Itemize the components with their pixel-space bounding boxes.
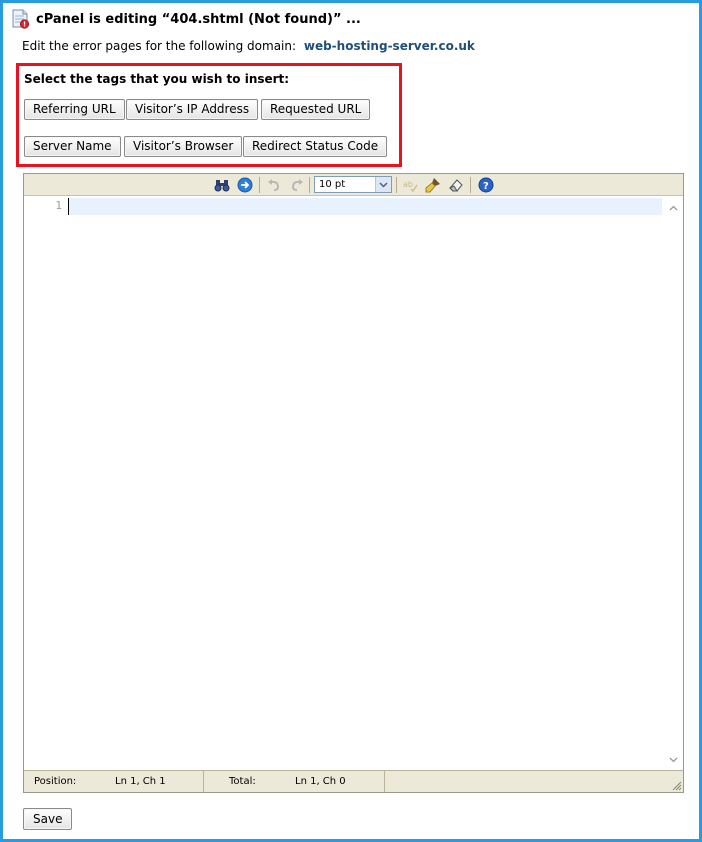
search-binoculars-icon[interactable] [214,177,230,193]
undo-icon[interactable] [266,177,282,193]
domain-name: web-hosting-server.co.uk [303,39,475,53]
insert-referring-url-button[interactable]: Referring URL [24,99,125,120]
status-total-label: Total: [229,776,256,787]
code-editor: 10 pt ab ? 1 Position: Ln 1, Ch 1 Total:… [23,173,684,793]
insert-requested-url-button[interactable]: Requested URL [261,99,371,120]
eraser-icon[interactable] [448,177,464,193]
editor-statusbar: Position: Ln 1, Ch 1 Total: Ln 1, Ch 0 [24,770,683,792]
chevron-down-icon[interactable] [375,177,391,192]
toolbar-separator [259,177,260,193]
toolbar-separator [470,177,471,193]
page-title: cPanel is editing “404.shtml (Not found)… [36,11,361,27]
redo-icon[interactable] [289,177,305,193]
font-size-select[interactable]: 10 pt [314,176,392,193]
save-button[interactable]: Save [23,808,73,830]
domain-line-prefix: Edit the error pages for the following d… [22,39,297,53]
highlight-brush-icon[interactable] [425,177,441,193]
scroll-up-icon[interactable] [664,200,683,216]
svg-text:?: ? [483,181,489,192]
spellcheck-icon[interactable]: ab [402,177,418,193]
status-total-cell: Total: Ln 1, Ch 0 [204,771,385,792]
page-frame: cPanel is editing “404.shtml (Not found)… [0,0,702,842]
editor-toolbar: 10 pt ab ? [24,174,683,196]
insert-redirect-status-button[interactable]: Redirect Status Code [243,136,388,157]
code-text-area[interactable]: 1 [24,196,683,770]
status-total-value: Ln 1, Ch 0 [295,776,346,787]
toolbar-separator [396,177,397,193]
line-number-gutter: 1 [24,196,68,770]
scroll-down-icon[interactable] [664,752,683,768]
toolbar-separator [309,177,310,193]
insert-visitor-browser-button[interactable]: Visitor’s Browser [124,136,243,157]
domain-line: Edit the error pages for the following d… [22,39,475,53]
line-number: 1 [55,199,62,212]
svg-text:ab: ab [403,180,413,189]
insert-tags-panel: Select the tags that you wish to insert:… [16,63,402,167]
status-position-value: Ln 1, Ch 1 [115,776,166,787]
resize-grip-icon[interactable] [670,779,682,791]
title-bar: cPanel is editing “404.shtml (Not found)… [12,9,361,29]
document-error-icon [12,9,30,29]
text-caret [68,198,69,215]
help-icon[interactable]: ? [478,177,494,193]
font-size-value: 10 pt [319,179,346,190]
insert-tags-heading: Select the tags that you wish to insert: [24,72,290,86]
goto-line-icon[interactable] [237,177,253,193]
insert-visitor-ip-button[interactable]: Visitor’s IP Address [126,99,259,120]
status-position-label: Position: [34,776,77,787]
insert-server-name-button[interactable]: Server Name [24,136,121,157]
active-line-highlight [68,198,662,215]
status-position-cell: Position: Ln 1, Ch 1 [24,771,204,792]
vertical-scrollbar[interactable] [664,196,683,770]
